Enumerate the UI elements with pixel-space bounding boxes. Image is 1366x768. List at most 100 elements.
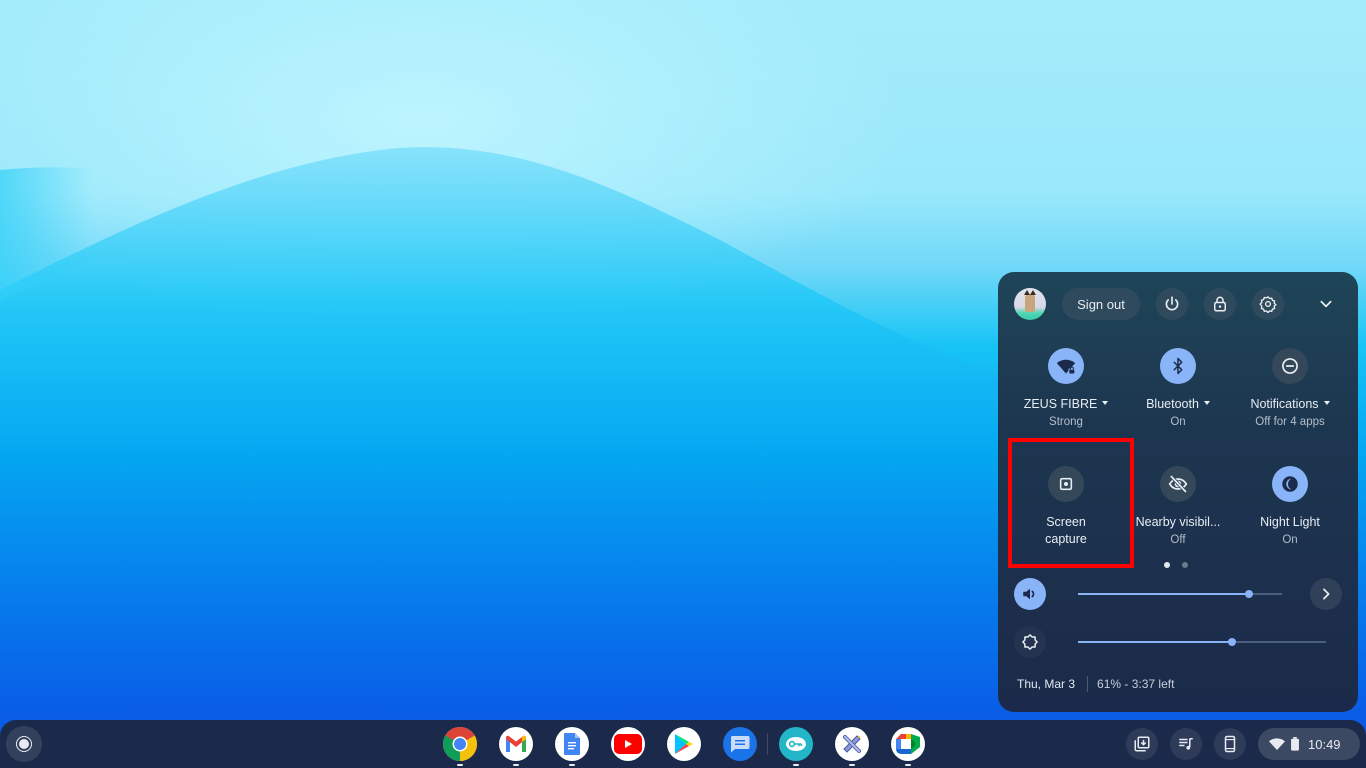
night-light-status: On: [1282, 534, 1298, 546]
screen-capture-icon: [1059, 477, 1073, 491]
running-indicator: [849, 764, 855, 766]
brightness-slider[interactable]: [1078, 638, 1326, 646]
tile-night-light: Night Light On: [1234, 466, 1346, 566]
bluetooth-label[interactable]: Bluetooth: [1122, 396, 1234, 412]
app-gmail[interactable]: [499, 727, 533, 766]
tile-screen-capture[interactable]: Screen capture: [1010, 466, 1122, 566]
media-controls-icon: [1179, 738, 1193, 750]
chrome-icon: [443, 727, 477, 761]
brightness-knob[interactable]: [1227, 638, 1236, 646]
notifications-label[interactable]: Notifications: [1234, 396, 1346, 412]
volume-knob[interactable]: [1245, 590, 1254, 598]
app-chrome[interactable]: [443, 727, 477, 766]
brightness-button[interactable]: [1014, 626, 1046, 658]
status-area[interactable]: 10:49: [1258, 728, 1360, 760]
chevron-down-icon: [1320, 300, 1332, 308]
dropdown-caret-icon: [1102, 401, 1109, 406]
brightness-slider-row: [1014, 626, 1342, 658]
screen-capture-label: Screen capture: [1010, 514, 1122, 548]
phone-hub-button[interactable]: [1214, 728, 1246, 760]
quick-settings-footer: Thu, Mar 3 61% - 3:37 left: [1017, 676, 1174, 692]
running-indicator: [905, 764, 911, 766]
app-drawing[interactable]: [835, 727, 869, 766]
app-docs[interactable]: [555, 727, 589, 766]
settings-button[interactable]: [1252, 288, 1284, 320]
audio-settings-button[interactable]: [1310, 578, 1342, 610]
notifications-toggle[interactable]: [1272, 348, 1308, 384]
nearby-visibility-toggle[interactable]: [1160, 466, 1196, 502]
mute-toggle[interactable]: [1014, 578, 1046, 610]
lock-icon: [1214, 296, 1226, 312]
nearby-visibility-off-icon: [1168, 475, 1188, 493]
night-light-toggle[interactable]: [1272, 466, 1308, 502]
running-indicator: [457, 764, 463, 766]
page-dot-1[interactable]: [1164, 562, 1170, 568]
pencil-ruler-icon: [843, 735, 861, 753]
running-indicator: [569, 764, 575, 766]
network-label[interactable]: ZEUS FIBRE: [1010, 396, 1122, 412]
shelf-divider: [767, 733, 768, 755]
bluetooth-status: On: [1170, 416, 1186, 428]
bluetooth-name: Bluetooth: [1146, 397, 1199, 411]
docs-icon: [564, 733, 580, 755]
page-indicator: [1164, 562, 1188, 568]
nearby-visibility-label[interactable]: Nearby visibil...: [1122, 514, 1234, 530]
shelf: 10:49: [0, 720, 1366, 768]
sign-out-button[interactable]: Sign out: [1062, 288, 1140, 320]
wifi-icon: [1269, 738, 1285, 750]
screen-capture-label-line1: Screen: [1046, 515, 1086, 529]
footer-divider: [1087, 676, 1089, 692]
network-name: ZEUS FIBRE: [1023, 397, 1098, 411]
youtube-icon: [614, 734, 642, 754]
app-youtube[interactable]: [611, 727, 645, 761]
running-indicator: [513, 764, 519, 766]
app-messages[interactable]: [723, 727, 757, 761]
settings-icon: [1259, 296, 1277, 313]
network-status: Strong: [1049, 416, 1083, 428]
lock-button[interactable]: [1204, 288, 1236, 320]
tile-notifications: Notifications Off for 4 apps: [1234, 348, 1346, 448]
power-button[interactable]: [1156, 288, 1188, 320]
user-avatar[interactable]: [1014, 288, 1046, 320]
quick-settings-panel: Sign out ZEUS FIBRE Strong Bluetooth On …: [998, 272, 1358, 712]
dropdown-caret-icon: [1323, 401, 1330, 406]
phone-hub-icon: [1224, 735, 1236, 753]
dropdown-caret-icon: [1203, 401, 1210, 406]
screen-capture-button[interactable]: [1048, 466, 1084, 502]
tile-network: ZEUS FIBRE Strong: [1010, 348, 1122, 448]
holding-space-button[interactable]: [1126, 728, 1158, 760]
nearby-visibility-status: Off: [1170, 534, 1186, 546]
volume-fill: [1078, 593, 1250, 595]
launcher-button[interactable]: [6, 726, 42, 762]
volume-icon: [1023, 588, 1035, 600]
volume-slider[interactable]: [1078, 590, 1282, 598]
network-toggle[interactable]: [1048, 348, 1084, 384]
power-icon: [1165, 296, 1179, 311]
quick-settings-top-row: Sign out: [998, 272, 1358, 336]
collapse-button[interactable]: [1310, 288, 1342, 320]
wifi-locked-icon: [1056, 359, 1076, 374]
gmail-icon: [506, 735, 526, 752]
page-dot-2[interactable]: [1182, 562, 1188, 568]
battery-icon: [1291, 737, 1299, 751]
app-google-meet[interactable]: [891, 727, 925, 766]
media-controls-button[interactable]: [1170, 728, 1202, 760]
screen-capture-label-line2: capture: [1045, 532, 1087, 546]
clock: 10:49: [1308, 736, 1341, 752]
app-play-store[interactable]: [667, 727, 701, 761]
messages-icon: [730, 736, 750, 753]
meet-icon: [896, 734, 920, 754]
bluetooth-toggle[interactable]: [1160, 348, 1196, 384]
night-light-label[interactable]: Night Light: [1234, 514, 1346, 530]
holding-space-icon: [1134, 736, 1150, 752]
tile-bluetooth: Bluetooth On: [1122, 348, 1234, 448]
running-indicator: [793, 764, 799, 766]
chevron-right-icon: [1323, 588, 1330, 600]
bluetooth-icon: [1173, 357, 1183, 375]
battery-status[interactable]: 61% - 3:37 left: [1097, 677, 1174, 691]
volume-slider-row: [1014, 578, 1342, 610]
key-icon: [786, 737, 806, 751]
date-label[interactable]: Thu, Mar 3: [1017, 677, 1075, 691]
launcher-icon: [16, 736, 32, 752]
app-password-manager[interactable]: [779, 727, 813, 766]
